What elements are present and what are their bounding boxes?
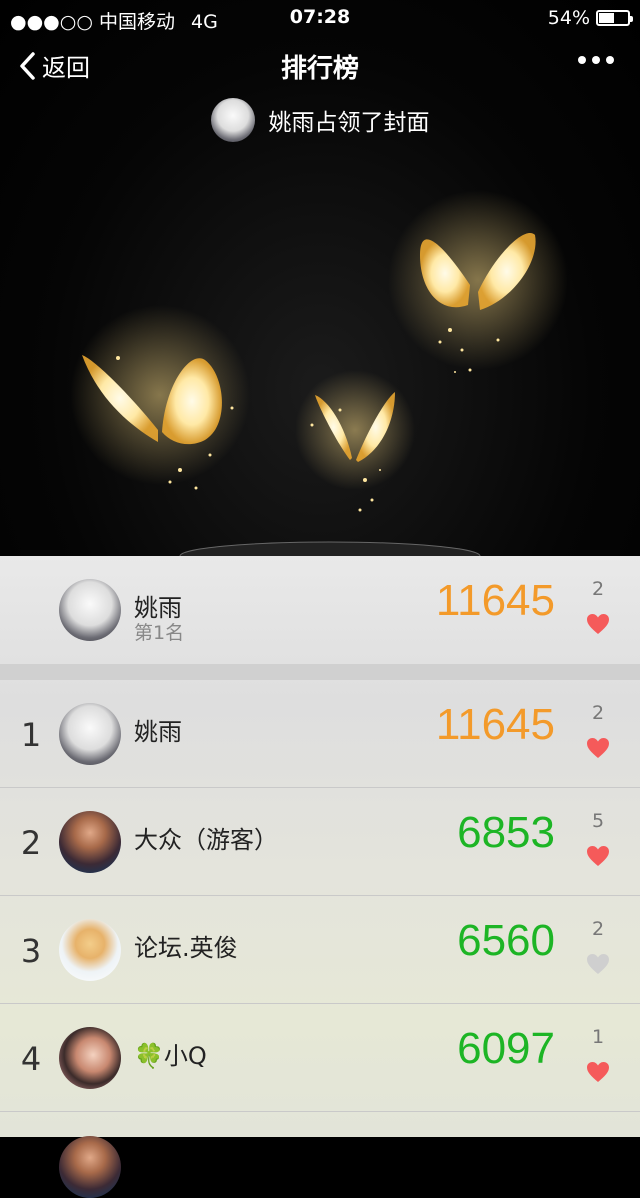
my-position: 第1名 [134, 622, 185, 644]
step-count: 6560 [457, 916, 555, 965]
my-rank-row[interactable]: 姚雨 第1名 11645 2 [0, 556, 640, 664]
my-like-count: 2 [591, 578, 605, 600]
step-count: 6853 [457, 808, 555, 857]
battery-icon [596, 10, 633, 26]
step-count: 11645 [435, 700, 555, 749]
heart-icon[interactable] [586, 952, 610, 976]
cover-owner-text: 姚雨占领了封面 [268, 110, 430, 136]
row-divider [0, 1111, 640, 1112]
status-time: 07:28 [289, 6, 351, 28]
user-avatar[interactable] [59, 811, 121, 873]
my-avatar [59, 579, 121, 641]
like-count: 5 [591, 810, 605, 832]
heart-icon[interactable] [586, 1060, 610, 1084]
rank-number: 2 [20, 824, 42, 862]
step-count: 6097 [457, 1024, 555, 1073]
more-icon [578, 56, 586, 64]
ranking-row[interactable]: 2 大众（游客） 6853 5 [0, 788, 640, 896]
heart-icon[interactable] [586, 612, 610, 636]
user-name: 🍀小Q [134, 1042, 207, 1070]
rank-number: 3 [20, 932, 42, 970]
ranking-row[interactable]: 1 姚雨 11645 2 [0, 680, 640, 788]
ranking-panel: 姚雨 第1名 11645 2 1 姚雨 11645 2 2 大众（游客） 6853 5 3 论坛.… [0, 556, 640, 1198]
status-bar: ●●●○○ 中国移动 4G 07:28 54% [0, 0, 640, 34]
heart-icon[interactable] [586, 844, 610, 868]
my-step-count: 11645 [435, 576, 555, 625]
rank-number: 1 [20, 716, 42, 754]
page-title: 排行榜 [280, 54, 359, 84]
user-name: 论坛.英俊 [134, 934, 238, 962]
user-avatar[interactable] [59, 1027, 121, 1089]
like-count: 2 [591, 918, 605, 940]
section-divider [0, 664, 640, 680]
cover-image: ●●●○○ 中国移动 4G 07:28 54% 返回 排行榜 姚雨占领了封面 [0, 0, 640, 556]
user-avatar[interactable] [59, 1136, 121, 1198]
like-count: 1 [591, 1026, 605, 1048]
user-avatar[interactable] [59, 703, 121, 765]
navigation-bar: 返回 排行榜 [0, 40, 640, 92]
ranking-row[interactable]: 4 🍀小Q 6097 1 [0, 1004, 640, 1112]
like-count: 2 [591, 702, 605, 724]
user-avatar[interactable] [59, 919, 121, 981]
battery-percent: 54% [547, 7, 590, 29]
cover-owner-banner[interactable]: 姚雨占领了封面 [0, 98, 640, 142]
rank-number: 4 [20, 1040, 42, 1078]
ranking-row[interactable]: 3 论坛.英俊 6560 2 [0, 896, 640, 1004]
cover-owner-avatar [210, 98, 255, 142]
user-name: 姚雨 [134, 718, 182, 746]
heart-icon[interactable] [586, 736, 610, 760]
more-menu-button[interactable] [578, 56, 614, 64]
user-name: 大众（游客） [134, 826, 278, 854]
